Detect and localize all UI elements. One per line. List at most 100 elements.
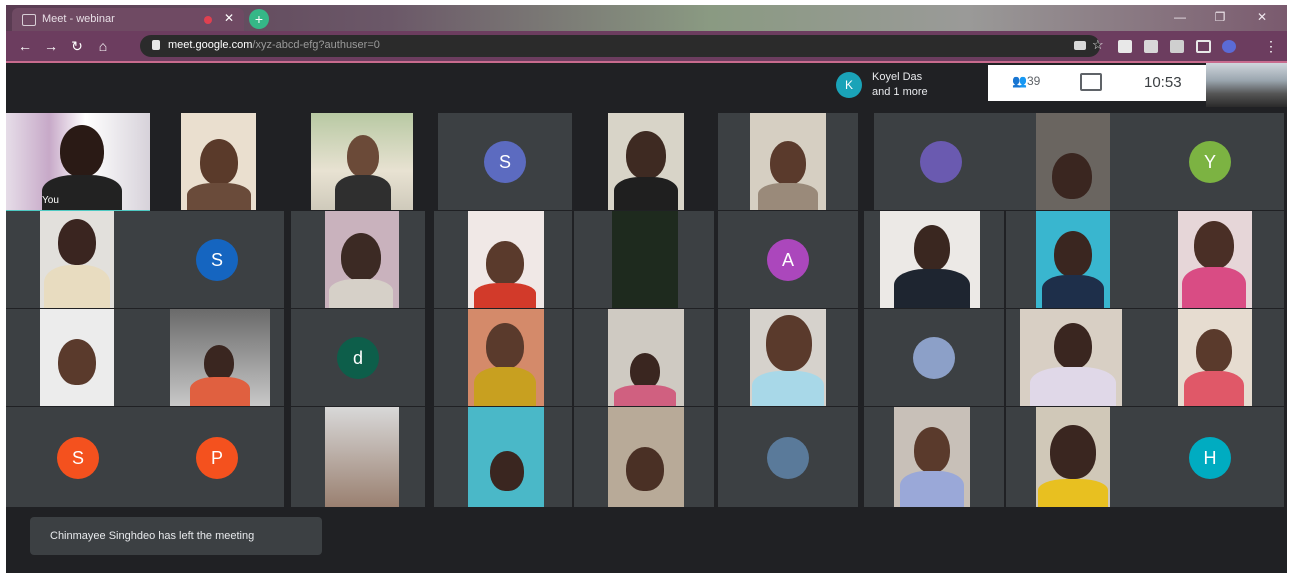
participant-avatar: K xyxy=(836,72,862,98)
tile-avatar[interactable] xyxy=(718,407,858,507)
tile-avatar[interactable] xyxy=(864,309,1004,406)
participant-avatar-image xyxy=(913,337,955,379)
tile-video[interactable] xyxy=(574,407,714,507)
face xyxy=(60,125,104,177)
back-arrow-icon[interactable]: ← xyxy=(16,37,34,55)
tile-video[interactable] xyxy=(1006,309,1136,406)
tile-video[interactable] xyxy=(311,113,413,210)
tile-avatar[interactable]: P xyxy=(150,407,284,507)
tile-self[interactable]: You xyxy=(6,113,150,213)
body xyxy=(1030,367,1116,406)
face xyxy=(347,135,379,177)
tab-meet[interactable]: Meet - webinar ✕ xyxy=(12,8,244,31)
body xyxy=(614,177,678,210)
meeting-info-bar: 👥39 10:53 xyxy=(988,65,1206,101)
tile-avatar[interactable]: H xyxy=(1136,407,1284,507)
new-tab-button[interactable]: + xyxy=(249,9,269,29)
face xyxy=(626,131,666,179)
url-text: meet.google.com/xyz-abcd-efg?authuser=0 xyxy=(168,39,380,51)
tile-video[interactable] xyxy=(150,309,284,406)
minimize-button[interactable]: — xyxy=(1162,8,1198,26)
maximize-button[interactable]: ❐ xyxy=(1202,8,1238,26)
participant-avatar: H xyxy=(1189,437,1231,479)
body xyxy=(474,283,536,308)
face xyxy=(1194,221,1234,269)
tile-video[interactable] xyxy=(1136,211,1284,308)
tile-video[interactable] xyxy=(864,407,1004,507)
address-toolbar: ← → ↻ ⌂ meet.google.com/xyz-abcd-efg?aut… xyxy=(6,31,1287,63)
omnibox[interactable]: meet.google.com/xyz-abcd-efg?authuser=0 … xyxy=(140,35,1104,57)
people-icon[interactable]: 👥39 xyxy=(1012,74,1040,88)
body xyxy=(187,183,251,210)
participant-avatar: Y xyxy=(1189,141,1231,183)
close-tab-icon[interactable]: ✕ xyxy=(224,11,234,25)
participant-name: Koyel Das xyxy=(872,71,923,83)
cast-icon[interactable] xyxy=(1196,40,1211,53)
tile-video[interactable] xyxy=(181,113,256,210)
tile-avatar[interactable]: S xyxy=(6,407,150,507)
left-meeting-toast: Chinmayee Singhdeo has left the meeting xyxy=(30,517,322,555)
face xyxy=(630,353,660,389)
camera-permission-icon[interactable] xyxy=(1074,41,1086,50)
chat-icon[interactable] xyxy=(1080,73,1102,91)
tile-video[interactable] xyxy=(291,211,425,308)
participant-avatar: P xyxy=(196,437,238,479)
body xyxy=(1042,275,1104,308)
reload-icon[interactable]: ↻ xyxy=(68,37,86,55)
close-window-button[interactable]: ✕ xyxy=(1244,8,1280,26)
tile-video[interactable] xyxy=(574,309,714,406)
tile-video[interactable] xyxy=(608,113,684,210)
face xyxy=(486,241,524,285)
profile-avatar[interactable] xyxy=(1222,40,1236,53)
bookmark-star-icon[interactable]: ☆ xyxy=(1092,37,1104,53)
tile-avatar[interactable]: S xyxy=(150,211,284,308)
video-feed-dark xyxy=(612,211,678,308)
tile-video[interactable] xyxy=(718,309,858,406)
body xyxy=(190,377,250,406)
tile-video[interactable] xyxy=(1006,407,1136,507)
home-icon[interactable]: ⌂ xyxy=(94,37,112,55)
tile-video[interactable] xyxy=(6,211,150,308)
tile-video[interactable] xyxy=(1006,211,1136,308)
tile-video[interactable] xyxy=(718,113,858,210)
participant-avatar-image xyxy=(767,437,809,479)
video-feed-blurred xyxy=(325,407,399,507)
body xyxy=(1182,267,1246,308)
participants-chip[interactable]: K Koyel Das and 1 more xyxy=(832,69,992,98)
tile-avatar[interactable]: S xyxy=(438,113,572,210)
participant-avatar: A xyxy=(767,239,809,281)
tile-avatar[interactable]: d xyxy=(291,309,425,406)
media-icon[interactable] xyxy=(1170,40,1184,53)
body xyxy=(42,175,122,210)
tile-video[interactable] xyxy=(291,407,425,507)
body xyxy=(1184,371,1244,406)
tile-avatar[interactable]: Y xyxy=(1136,113,1284,210)
face xyxy=(1054,323,1092,369)
tile-video[interactable] xyxy=(434,407,572,507)
tile-video[interactable] xyxy=(864,211,1004,308)
body xyxy=(44,265,110,308)
puzzle-icon[interactable] xyxy=(1144,40,1158,53)
menu-kebab-icon[interactable]: ⋮ xyxy=(1262,37,1280,55)
extension-icon[interactable] xyxy=(1118,40,1132,53)
tile-video[interactable] xyxy=(434,211,572,308)
tile-video[interactable] xyxy=(574,211,714,308)
tile-video[interactable] xyxy=(1136,309,1284,406)
tile-avatar[interactable]: A xyxy=(718,211,858,308)
participant-avatar: d xyxy=(337,337,379,379)
face xyxy=(341,233,381,281)
tile-avatar[interactable] xyxy=(874,113,1008,210)
lock-icon xyxy=(152,40,160,50)
body xyxy=(900,471,964,507)
face xyxy=(914,225,950,271)
participant-avatar: S xyxy=(196,239,238,281)
participant-avatar: S xyxy=(484,141,526,183)
forward-arrow-icon[interactable]: → xyxy=(42,37,60,55)
tile-video[interactable] xyxy=(1006,113,1136,210)
participant-avatar-image xyxy=(920,141,962,183)
tile-video[interactable] xyxy=(6,309,150,406)
face xyxy=(1054,231,1092,277)
meet-stage: K Koyel Das and 1 more 👥39 10:53 You S Y… xyxy=(6,63,1287,573)
face xyxy=(486,323,524,369)
tile-video[interactable] xyxy=(434,309,572,406)
